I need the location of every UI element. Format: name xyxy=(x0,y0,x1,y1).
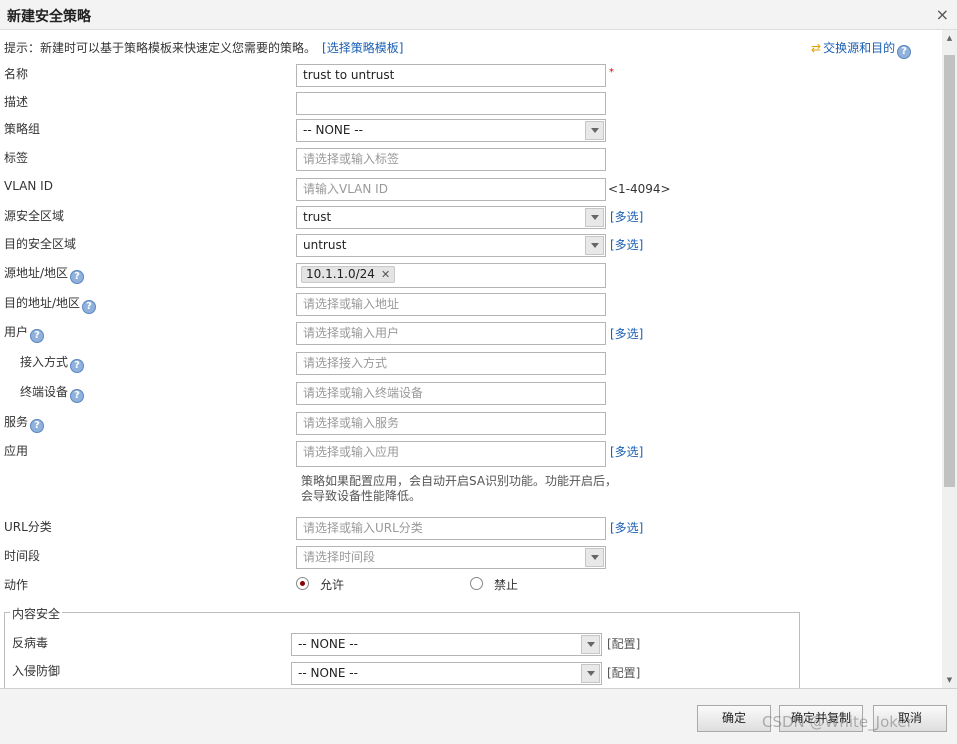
src-zone-select[interactable]: trust xyxy=(296,206,606,229)
ips-config-link[interactable]: [配置] xyxy=(607,664,640,681)
name-label: 名称 xyxy=(4,67,29,81)
access-mode-label: 接入方式? xyxy=(20,353,85,373)
time-label: 时间段 xyxy=(4,549,41,563)
help-icon[interactable]: ? xyxy=(70,270,85,284)
user-input[interactable]: 请选择或输入用户 xyxy=(296,322,606,345)
antivirus-config-link[interactable]: [配置] xyxy=(607,635,640,652)
chevron-down-icon[interactable] xyxy=(581,635,600,654)
chevron-down-icon[interactable] xyxy=(585,548,604,567)
terminal-input[interactable]: 请选择或输入终端设备 xyxy=(296,382,606,405)
chevron-down-icon[interactable] xyxy=(585,121,604,140)
service-label-text: 服务 xyxy=(4,415,29,429)
content-security-legend: 内容安全 xyxy=(10,605,63,622)
scroll-thumb[interactable] xyxy=(944,55,955,487)
hint-message: 提示：新建时可以基于策略模板来快速定义您需要的策略。 xyxy=(4,41,317,55)
src-addr-label: 源地址/地区? xyxy=(4,264,85,284)
terminal-label: 终端设备? xyxy=(20,383,85,403)
service-label: 服务? xyxy=(4,413,45,433)
help-icon[interactable]: ? xyxy=(70,359,85,373)
select-template-link[interactable]: [选择策略模板] xyxy=(322,41,403,55)
tag-label: 标签 xyxy=(4,151,29,165)
antivirus-select[interactable]: -- NONE -- xyxy=(291,633,602,656)
url-label: URL分类 xyxy=(4,520,52,534)
antivirus-value: -- NONE -- xyxy=(298,637,358,651)
close-icon[interactable]: × xyxy=(936,5,949,24)
permit-label: 允许 xyxy=(320,578,345,592)
dst-zone-multi-link[interactable]: [多选] xyxy=(610,236,643,253)
dst-zone-value: untrust xyxy=(303,238,347,252)
access-mode-input[interactable]: 请选择接入方式 xyxy=(296,352,606,375)
tag-input[interactable]: 请选择或输入标签 xyxy=(296,148,606,171)
service-input[interactable]: 请选择或输入服务 xyxy=(296,412,606,435)
swap-label: 交换源和目的 xyxy=(823,41,896,55)
dialog-title: 新建安全策略 xyxy=(7,9,91,25)
dst-zone-select[interactable]: untrust xyxy=(296,234,606,257)
user-label: 用户? xyxy=(4,323,45,343)
vertical-scrollbar[interactable]: ▲ ▼ xyxy=(942,30,957,688)
url-multi-link[interactable]: [多选] xyxy=(610,519,643,536)
dst-zone-label: 目的安全区域 xyxy=(4,237,77,251)
watermark: CSDN @White_Joker xyxy=(762,713,913,731)
policy-group-select[interactable]: -- NONE -- xyxy=(296,119,606,142)
scroll-up-icon[interactable]: ▲ xyxy=(942,30,957,46)
action-label: 动作 xyxy=(4,578,29,592)
url-input[interactable]: 请选择或输入URL分类 xyxy=(296,517,606,540)
ips-select[interactable]: -- NONE -- xyxy=(291,662,602,685)
name-input[interactable]: trust to untrust xyxy=(296,64,606,87)
help-icon[interactable]: ? xyxy=(897,45,912,59)
ok-button[interactable]: 确定 xyxy=(697,705,771,732)
swap-src-dst-link[interactable]: ⇄ 交换源和目的? xyxy=(811,39,912,59)
time-placeholder: 请选择时间段 xyxy=(303,550,376,564)
chevron-down-icon[interactable] xyxy=(585,236,604,255)
required-mark: * xyxy=(609,67,614,78)
deny-label: 禁止 xyxy=(494,578,519,592)
app-label: 应用 xyxy=(4,444,29,458)
src-addr-input[interactable]: 10.1.1.0/24 ✕ xyxy=(296,263,606,288)
permit-radio[interactable] xyxy=(296,577,309,590)
help-icon[interactable]: ? xyxy=(70,389,85,403)
app-multi-link[interactable]: [多选] xyxy=(610,443,643,460)
ips-value: -- NONE -- xyxy=(298,666,358,680)
chevron-down-icon[interactable] xyxy=(585,208,604,227)
time-select[interactable]: 请选择时间段 xyxy=(296,546,606,569)
chevron-down-icon[interactable] xyxy=(581,664,600,683)
dialog-body: 提示：新建时可以基于策略模板来快速定义您需要的策略。 [选择策略模板] ⇄ 交换源和… xyxy=(0,30,942,688)
dst-addr-label-text: 目的地址/地区 xyxy=(4,296,81,310)
deny-radio[interactable] xyxy=(470,577,483,590)
policy-group-value: -- NONE -- xyxy=(303,123,363,137)
help-icon[interactable]: ? xyxy=(30,329,45,343)
vlan-range-hint: <1-4094> xyxy=(608,182,671,196)
user-label-text: 用户 xyxy=(4,325,29,339)
dst-addr-input[interactable]: 请选择或输入地址 xyxy=(296,293,606,316)
vlan-input[interactable]: 请输入VLAN ID xyxy=(296,178,606,201)
app-input[interactable]: 请选择或输入应用 xyxy=(296,441,606,467)
description-input[interactable] xyxy=(296,92,606,115)
app-note: 策略如果配置应用，会自动开启SA识别功能。功能开启后，会导致设备性能降低。 xyxy=(301,474,618,503)
user-multi-link[interactable]: [多选] xyxy=(610,325,643,342)
address-tag: 10.1.1.0/24 ✕ xyxy=(301,266,396,283)
src-zone-value: trust xyxy=(303,210,332,224)
address-tag-text: 10.1.1.0/24 xyxy=(306,267,375,281)
src-zone-multi-link[interactable]: [多选] xyxy=(610,208,643,225)
scroll-down-icon[interactable]: ▼ xyxy=(942,672,957,688)
dst-addr-label: 目的地址/地区? xyxy=(4,294,97,314)
ips-label: 入侵防御 xyxy=(12,664,61,678)
src-addr-label-text: 源地址/地区 xyxy=(4,266,69,280)
vlan-label: VLAN ID xyxy=(4,179,53,193)
src-zone-label: 源安全区域 xyxy=(4,209,65,223)
help-icon[interactable]: ? xyxy=(82,300,97,314)
help-icon[interactable]: ? xyxy=(30,419,45,433)
remove-tag-icon[interactable]: ✕ xyxy=(381,268,390,281)
dialog-footer: 确定 确定并复制 取消 CSDN @White_Joker xyxy=(0,688,957,744)
policy-group-label: 策略组 xyxy=(4,122,41,136)
description-label: 描述 xyxy=(4,95,29,109)
antivirus-label: 反病毒 xyxy=(12,636,49,650)
swap-arrows-icon: ⇄ xyxy=(811,41,822,55)
dialog-titlebar: 新建安全策略 × xyxy=(0,0,957,30)
terminal-label-text: 终端设备 xyxy=(20,385,69,399)
hint-text: 提示：新建时可以基于策略模板来快速定义您需要的策略。 [选择策略模板] xyxy=(4,39,403,56)
access-mode-label-text: 接入方式 xyxy=(20,355,69,369)
